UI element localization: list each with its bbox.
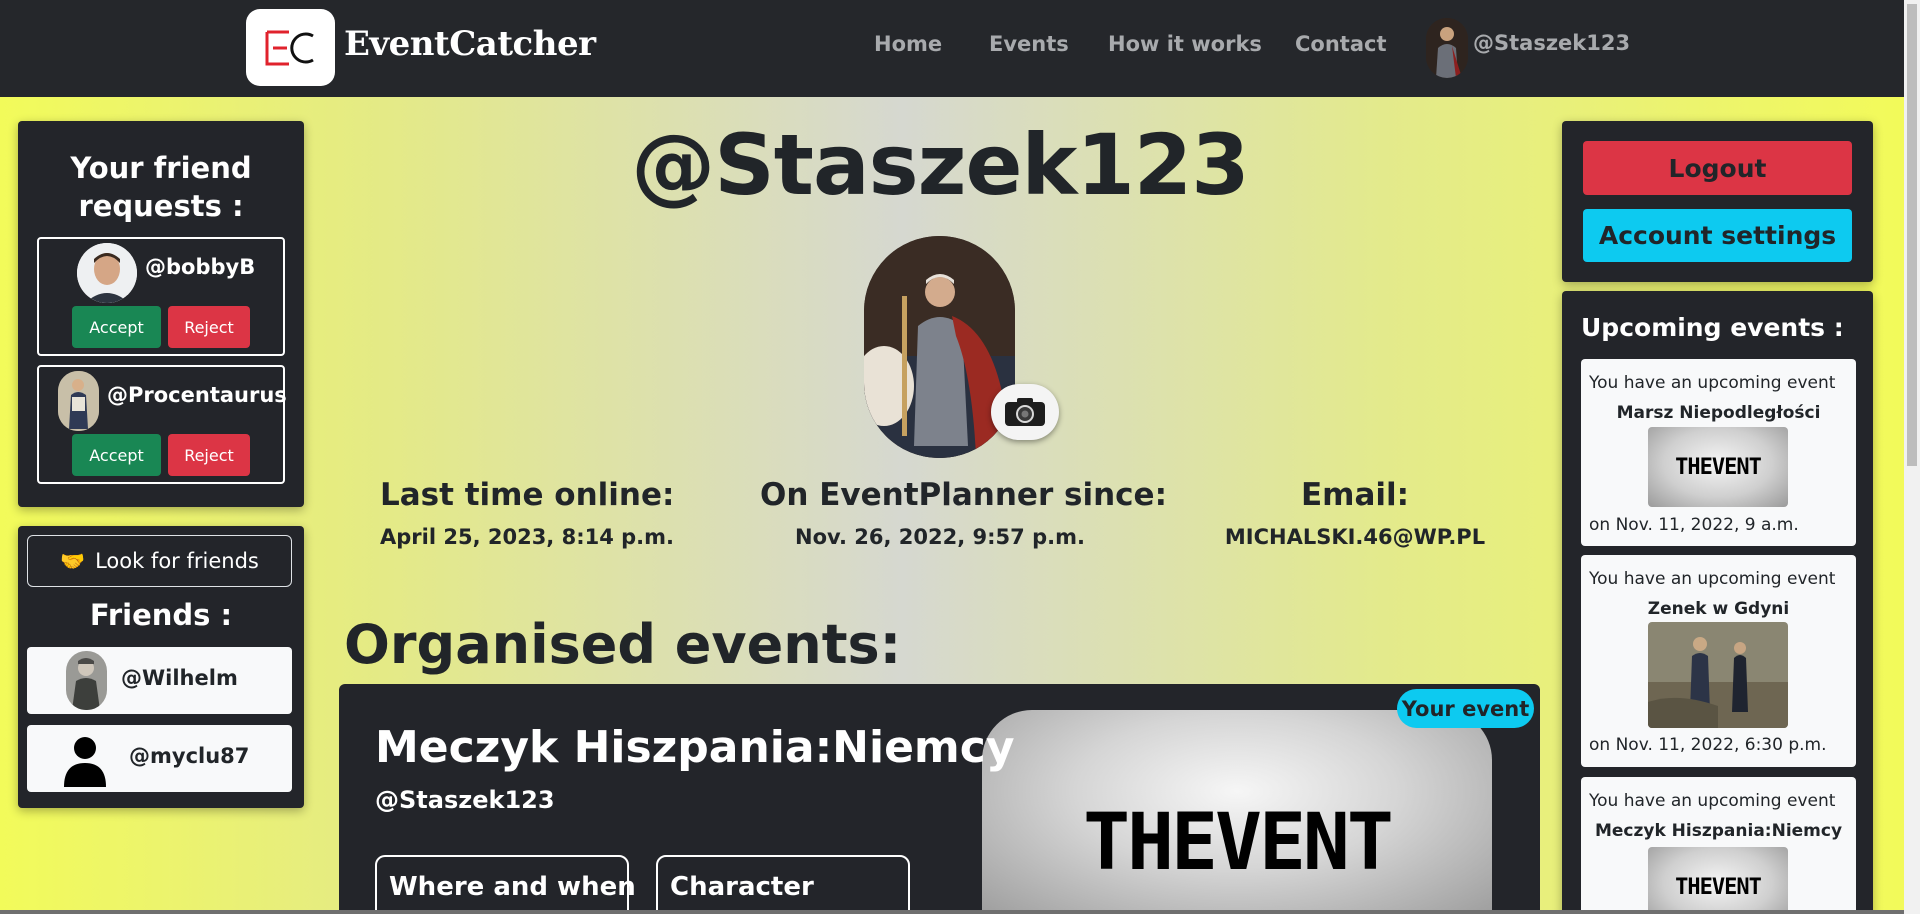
scrollbar-thumb[interactable]	[1907, 4, 1917, 466]
brand-logo[interactable]	[246, 9, 335, 86]
avatar	[66, 651, 107, 710]
upcoming-event-card[interactable]: You have an upcoming event Marsz Niepodl…	[1581, 359, 1856, 546]
ec-logo-icon	[265, 30, 314, 65]
request-username[interactable]: @bobbyB	[145, 255, 255, 279]
friend-requests-panel: Your friend requests : @bobbyB Accept Re…	[18, 121, 304, 507]
event-author[interactable]: @Staszek123	[375, 786, 555, 814]
event-image-text: THEVENT	[1675, 874, 1762, 900]
nav-user-avatar[interactable]	[1426, 18, 1468, 78]
portrait-icon	[1426, 18, 1468, 78]
nav-home-link[interactable]: Home	[874, 32, 942, 56]
upcoming-event-image[interactable]: THEVENT	[1648, 847, 1788, 914]
reject-button[interactable]: Reject	[168, 306, 250, 348]
reject-button[interactable]: Reject	[168, 434, 250, 476]
where-and-when-label: Where and when	[389, 872, 636, 902]
change-photo-button[interactable]	[991, 384, 1059, 440]
friend-username[interactable]: @myclu87	[129, 744, 249, 768]
friend-request-card: @bobbyB Accept Reject	[37, 237, 285, 356]
where-and-when-box: Where and when	[375, 855, 636, 914]
person-photo-icon	[66, 651, 107, 710]
friend-username[interactable]: @Wilhelm	[121, 666, 238, 690]
profile-picture	[864, 236, 1015, 458]
upcoming-events-title: Upcoming events :	[1581, 313, 1844, 342]
upcoming-event-image[interactable]	[1648, 622, 1788, 728]
brand-name[interactable]: EventCatcher	[344, 24, 596, 64]
camera-icon	[1005, 398, 1045, 426]
upcoming-event-date: on Nov. 11, 2022, 6:30 p.m.	[1589, 735, 1827, 755]
your-event-badge: Your event	[1397, 689, 1534, 728]
upcoming-event-card[interactable]: You have an upcoming event Zenek w Gdyni…	[1581, 555, 1856, 767]
nav-username-link[interactable]: @Staszek123	[1473, 31, 1630, 55]
accept-button[interactable]: Accept	[72, 434, 161, 476]
portrait-icon	[864, 236, 1015, 458]
account-panel: Logout Account settings	[1562, 121, 1873, 282]
avatar	[56, 729, 115, 788]
last-online-value: April 25, 2023, 8:14 p.m.	[380, 525, 675, 549]
member-since-value: Nov. 26, 2022, 9:57 p.m.	[795, 525, 1085, 549]
upcoming-event-name[interactable]: Zenek w Gdyni	[1581, 599, 1856, 619]
avatar	[58, 371, 99, 431]
person-photo-icon	[77, 243, 137, 303]
profile-username: @Staszek123	[631, 116, 1249, 214]
character-box: Character	[656, 855, 910, 914]
organised-events-title: Organised events:	[344, 613, 902, 676]
friend-item[interactable]: @myclu87	[27, 725, 292, 792]
nav-how-it-works-link[interactable]: How it works	[1108, 32, 1262, 56]
last-online-label: Last time online:	[380, 477, 675, 513]
request-username[interactable]: @Procentaurus	[107, 383, 287, 407]
person-photo-icon	[58, 371, 99, 431]
avatar	[77, 243, 137, 303]
logout-button[interactable]: Logout	[1583, 141, 1852, 195]
upcoming-event-date: on Nov. 11, 2022, 9 a.m.	[1589, 515, 1799, 535]
upcoming-intro: You have an upcoming event	[1589, 373, 1836, 393]
event-image-text: THEVENT	[1083, 798, 1394, 888]
member-since-label: On EventPlanner since:	[760, 477, 1167, 513]
upcoming-event-name[interactable]: Marsz Niepodległości	[1581, 403, 1856, 423]
friends-panel: 🤝 Look for friends Friends : @Wilhelm @m…	[18, 526, 304, 808]
upcoming-event-image[interactable]: THEVENT	[1648, 427, 1788, 507]
email-label: Email:	[1300, 477, 1410, 513]
upcoming-intro: You have an upcoming event	[1589, 791, 1836, 811]
event-image[interactable]: THEVENT	[982, 710, 1492, 914]
nav-events-link[interactable]: Events	[989, 32, 1069, 56]
default-user-icon	[64, 737, 106, 787]
friends-title: Friends :	[89, 598, 233, 632]
look-for-friends-button[interactable]: 🤝 Look for friends	[27, 535, 292, 587]
friend-request-card: @Procentaurus Accept Reject	[37, 365, 287, 484]
top-navbar: EventCatcher Home Events How it works Co…	[0, 0, 1904, 97]
character-label: Character	[670, 872, 814, 902]
nav-contact-link[interactable]: Contact	[1295, 32, 1387, 56]
event-image-text: THEVENT	[1675, 454, 1762, 480]
email-value: MICHALSKI.46@WP.PL	[1224, 525, 1486, 549]
bottom-edge	[0, 910, 1904, 914]
friend-requests-title: Your friend requests :	[70, 151, 252, 223]
friend-item[interactable]: @Wilhelm	[27, 647, 292, 714]
upcoming-event-card[interactable]: You have an upcoming event Meczyk Hiszpa…	[1581, 777, 1856, 914]
painting-icon	[1648, 622, 1788, 728]
look-for-friends-label: Look for friends	[95, 549, 259, 573]
handshake-icon: 🤝	[60, 549, 86, 573]
event-title[interactable]: Meczyk Hiszpania:Niemcy	[375, 722, 1015, 773]
upcoming-intro: You have an upcoming event	[1589, 569, 1836, 589]
accept-button[interactable]: Accept	[72, 306, 161, 348]
account-settings-button[interactable]: Account settings	[1583, 209, 1852, 262]
upcoming-event-name[interactable]: Meczyk Hiszpania:Niemcy	[1581, 821, 1856, 841]
upcoming-events-panel: Upcoming events : You have an upcoming e…	[1562, 291, 1873, 914]
